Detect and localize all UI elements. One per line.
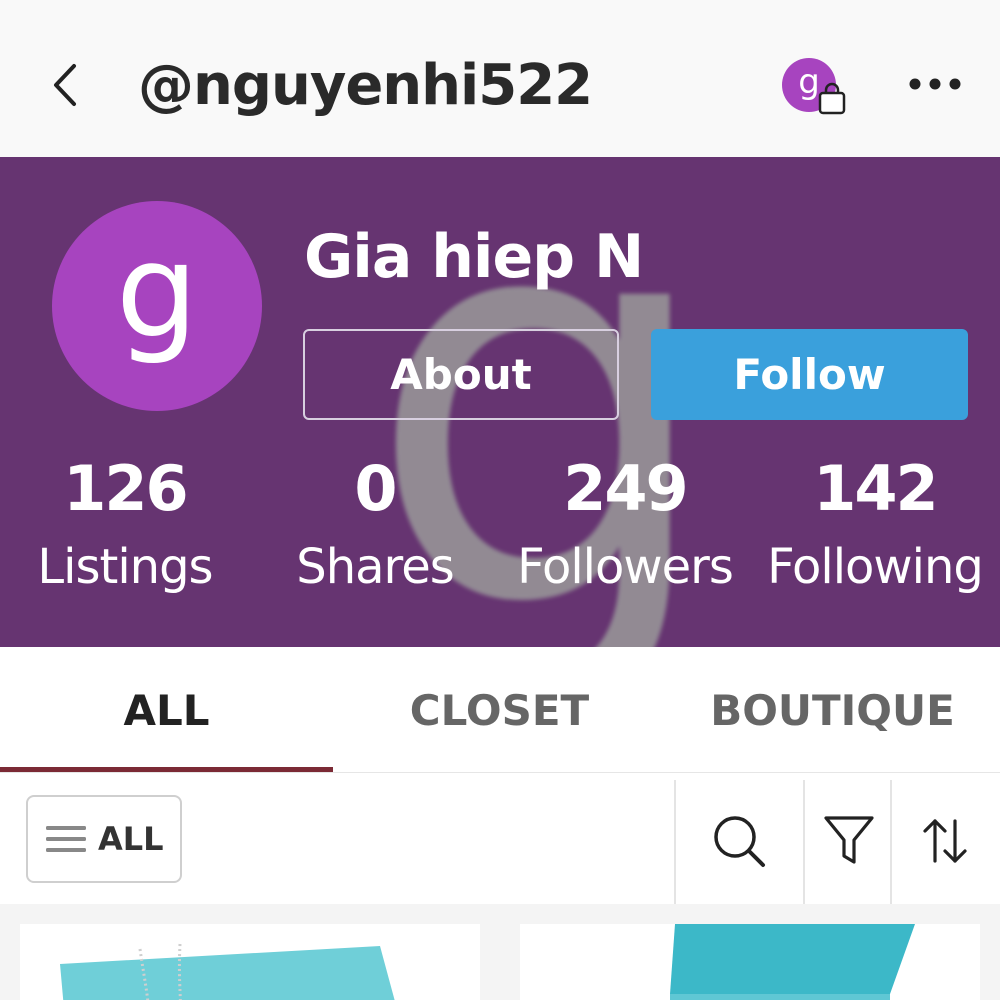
display-name: Gia hiep N	[304, 222, 644, 292]
divider	[890, 780, 892, 904]
page-title: @nguyenhi522	[138, 53, 593, 118]
follow-button[interactable]: Follow	[651, 329, 968, 420]
listing-card[interactable]	[20, 924, 480, 1000]
listing-card[interactable]	[520, 924, 980, 1000]
stat-label: Followers	[517, 539, 734, 595]
stat-shares[interactable]: 0 Shares	[250, 447, 500, 603]
category-filter-label: ALL	[98, 820, 164, 858]
profile-banner: g g Gia hiep N About Follow 126 Listings…	[0, 157, 1000, 647]
active-tab-indicator	[0, 767, 333, 772]
stat-label: Listings	[37, 539, 213, 595]
listings-grid	[0, 904, 1000, 1000]
stat-value: 0	[354, 452, 397, 525]
back-button[interactable]	[40, 58, 90, 112]
avatar[interactable]: g	[52, 201, 262, 411]
tab-closet[interactable]: CLOSET	[333, 647, 666, 773]
tab-boutique[interactable]: BOUTIQUE	[666, 647, 999, 773]
divider	[674, 780, 676, 904]
filter-bar: ALL	[0, 774, 1000, 904]
filter-icon	[824, 816, 874, 864]
about-button[interactable]: About	[303, 329, 619, 420]
stat-label: Following	[767, 539, 984, 595]
filter-button[interactable]	[806, 798, 892, 884]
listing-thumbnail	[20, 924, 480, 1000]
search-icon	[714, 816, 765, 867]
stat-value: 126	[63, 452, 188, 525]
listing-thumbnail	[520, 924, 980, 1000]
divider	[803, 780, 805, 904]
stat-following[interactable]: 142 Following	[750, 447, 1000, 603]
category-filter-button[interactable]: ALL	[26, 795, 182, 883]
stat-value: 142	[813, 452, 938, 525]
stat-value: 249	[563, 452, 688, 525]
chevron-left-icon	[54, 64, 76, 106]
stat-listings[interactable]: 126 Listings	[0, 447, 250, 603]
sort-icon	[923, 819, 967, 863]
tab-all[interactable]: ALL	[0, 647, 333, 773]
stats-row: 126 Listings 0 Shares 249 Followers 142 …	[0, 447, 1000, 617]
more-options-button[interactable]	[900, 62, 970, 106]
top-bar: @nguyenhi522 g	[0, 0, 1000, 157]
sort-button[interactable]	[902, 798, 988, 884]
hamburger-icon	[46, 826, 86, 852]
stat-followers[interactable]: 249 Followers	[500, 447, 750, 603]
more-dots-icon	[909, 78, 961, 90]
tab-bar: ALL CLOSET BOUTIQUE	[0, 647, 1000, 773]
shopping-bag-icon	[818, 82, 846, 115]
stat-label: Shares	[296, 539, 455, 595]
search-button[interactable]	[696, 798, 782, 884]
